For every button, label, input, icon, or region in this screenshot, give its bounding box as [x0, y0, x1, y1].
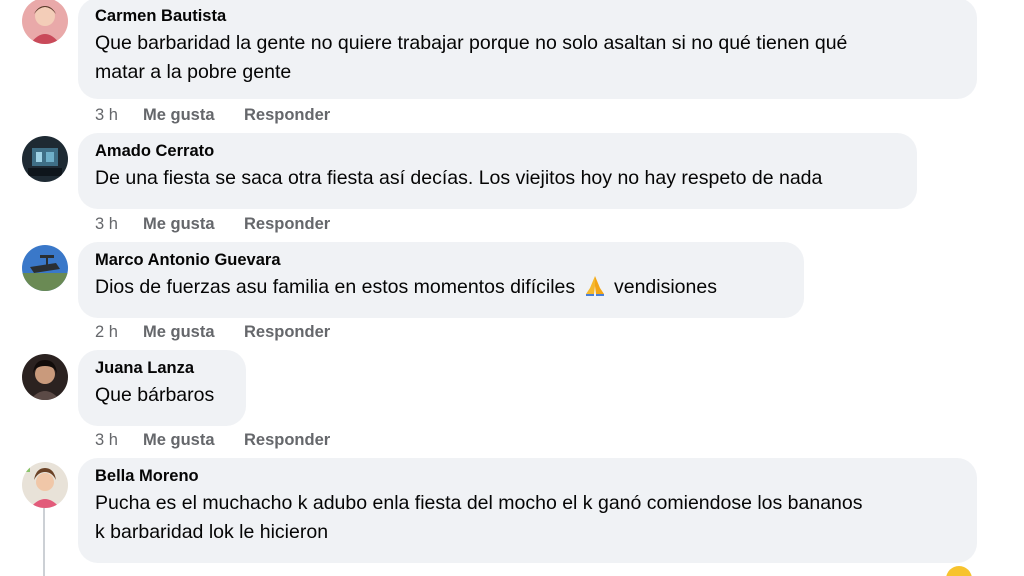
comment-text: Que bárbaros: [95, 381, 229, 410]
comment-text-line: De una fiesta se saca otra fiesta así de…: [95, 167, 823, 189]
comment-bubble: Bella Moreno Pucha es el muchacho k adub…: [78, 458, 977, 563]
comment-author[interactable]: Bella Moreno: [95, 466, 960, 486]
comment-author[interactable]: Marco Antonio Guevara: [95, 250, 787, 270]
comment-actions: 2 h Me gusta Responder: [95, 322, 330, 342]
avatar[interactable]: [22, 0, 68, 44]
avatar[interactable]: [22, 462, 68, 508]
comment-bubble: Juana Lanza Que bárbaros: [78, 350, 246, 426]
folded-hands-emoji: [583, 274, 607, 305]
comment-author[interactable]: Juana Lanza: [95, 358, 229, 378]
reply-button[interactable]: Responder: [244, 322, 330, 342]
comment-bubble: Amado Cerrato De una fiesta se saca otra…: [78, 133, 917, 209]
like-button[interactable]: Me gusta: [143, 322, 244, 342]
reply-thread-line: [43, 508, 45, 576]
comment-text-line: k barbaridad lok le hicieron: [95, 521, 329, 543]
comment-text-line: Que bárbaros: [95, 384, 215, 406]
comment-time[interactable]: 3 h: [95, 430, 143, 450]
avatar[interactable]: [22, 136, 68, 182]
comment-text: Pucha es el muchacho k adubo enla fiesta…: [95, 489, 960, 547]
reaction-emoji-icon[interactable]: [946, 566, 972, 576]
comment-bubble: Marco Antonio Guevara Dios de fuerzas as…: [78, 242, 804, 318]
comment-text-line: Que barbaridad la gente no quiere trabaj…: [95, 32, 848, 54]
avatar[interactable]: [22, 245, 68, 291]
reply-button[interactable]: Responder: [244, 214, 330, 234]
avatar[interactable]: [22, 354, 68, 400]
comment-author[interactable]: Amado Cerrato: [95, 141, 900, 161]
comment-text-segment: Dios de fuerzas asu familia en estos mom…: [95, 276, 576, 298]
comment-text: De una fiesta se saca otra fiesta así de…: [95, 164, 900, 193]
reply-button[interactable]: Responder: [244, 430, 330, 450]
comment-author[interactable]: Carmen Bautista: [95, 6, 960, 26]
comment-actions: 3 h Me gusta Responder: [95, 105, 330, 125]
like-button[interactable]: Me gusta: [143, 214, 244, 234]
comment-text-segment: vendisiones: [613, 276, 717, 298]
comment-time[interactable]: 3 h: [95, 105, 143, 125]
comments-feed: Carmen Bautista Que barbaridad la gente …: [0, 0, 1024, 576]
reply-button[interactable]: Responder: [244, 105, 330, 125]
comment-time[interactable]: 3 h: [95, 214, 143, 234]
comment-text-line: matar a la pobre gente: [95, 61, 292, 83]
comment-actions: 3 h Me gusta Responder: [95, 214, 330, 234]
comment-time[interactable]: 2 h: [95, 322, 143, 342]
like-button[interactable]: Me gusta: [143, 105, 244, 125]
comment-text: Dios de fuerzas asu familia en estos mom…: [95, 273, 787, 305]
comment-text-line: Pucha es el muchacho k adubo enla fiesta…: [95, 492, 863, 514]
like-button[interactable]: Me gusta: [143, 430, 244, 450]
comment-text: Que barbaridad la gente no quiere trabaj…: [95, 29, 960, 87]
comment-actions: 3 h Me gusta Responder: [95, 430, 330, 450]
comment-bubble: Carmen Bautista Que barbaridad la gente …: [78, 0, 977, 99]
